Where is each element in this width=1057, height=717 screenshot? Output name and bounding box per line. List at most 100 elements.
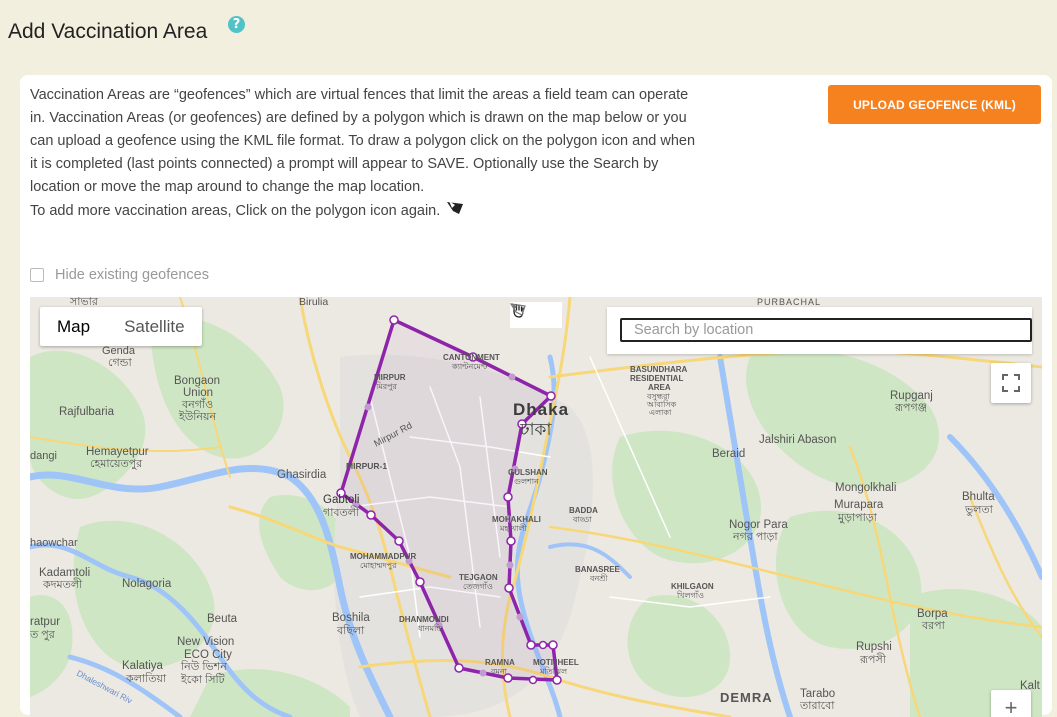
map-label: রমনা — [490, 667, 508, 676]
map-label: RAMNA — [485, 658, 515, 667]
description-hint: To add more vaccination areas, Click on … — [30, 199, 700, 223]
page-title: Add Vaccination Area — [8, 20, 208, 43]
map-label: MOHAMMADPUR — [350, 552, 416, 561]
description-text: Vaccination Areas are “geofences” which … — [30, 87, 696, 195]
map-label: Bongaon — [174, 375, 220, 387]
map-type-satellite-button[interactable]: Satellite — [107, 307, 201, 346]
map-label: রূপগঞ্জ — [894, 402, 927, 414]
map-label: PURBACHAL — [757, 297, 821, 307]
hide-geofences-row[interactable]: Hide existing geofences — [30, 267, 209, 283]
drawing-toolbar — [510, 302, 562, 328]
map-label: ECO City — [184, 649, 232, 661]
polygon-draw-icon[interactable] — [510, 302, 562, 328]
map-label: Boshila — [332, 612, 370, 624]
map-label: AREA — [648, 383, 671, 392]
map-label: KHILGAON — [671, 582, 714, 591]
map-label: মহাখালী — [499, 523, 527, 533]
description: Vaccination Areas are “geofences” which … — [30, 84, 700, 223]
map-label: নগর পাড়া — [732, 531, 778, 543]
map-label: Gabtoli — [323, 494, 359, 506]
map-label: Dhaka — [513, 400, 569, 419]
map[interactable]: সাভার Birulia PURBACHAL Genda গেন্ডা Bon… — [30, 297, 1042, 717]
map-canvas[interactable]: সাভার Birulia PURBACHAL Genda গেন্ডা Bon… — [30, 297, 1042, 717]
map-label: মোহাম্মদপুর — [360, 561, 397, 570]
map-label: BANASREE — [575, 565, 621, 574]
map-label: MOTIJHEEL — [533, 658, 579, 667]
map-label: হেমায়েতপুর — [90, 458, 143, 470]
map-label: Kalatiya — [122, 660, 164, 672]
upload-geofence-button[interactable]: UPLOAD GEOFENCE (KML) — [828, 85, 1041, 124]
map-label: বছিলা — [336, 624, 365, 637]
search-input[interactable] — [620, 318, 1032, 342]
map-label: DEMRA — [720, 690, 773, 705]
map-label: BADDA — [569, 506, 598, 515]
polygon-icon — [446, 199, 464, 223]
map-label: নিউ ভিশন — [180, 660, 227, 673]
map-label: কদমতলী — [42, 578, 83, 591]
map-label: রূপসী — [859, 653, 887, 666]
map-label: Hemayetpur — [86, 446, 149, 458]
map-label: haowchar — [30, 537, 78, 549]
map-label: এলাকা — [649, 408, 672, 417]
map-label: গুলশান — [514, 477, 539, 486]
map-label: মিরপুর — [375, 382, 398, 391]
map-label: ভুলতা — [964, 504, 994, 516]
map-label: Mongolkhali — [835, 482, 896, 494]
map-label: Birulia — [299, 297, 328, 308]
map-label: Murapara — [834, 499, 884, 511]
search-box — [607, 307, 1032, 354]
map-label: ratpur — [30, 616, 60, 628]
map-label: Rajfulbaria — [59, 406, 115, 418]
map-label: বাড্ডা — [572, 515, 592, 524]
map-label: ঢাকা — [519, 420, 552, 439]
map-label: Bhulta — [962, 491, 995, 503]
map-label: Rupganj — [890, 390, 933, 402]
map-label: গেন্ডা — [108, 357, 132, 369]
map-label: বনগাঁও — [181, 397, 213, 411]
map-label: ধানমন্ডি — [418, 624, 443, 633]
map-label: TEJGAON — [459, 573, 498, 582]
map-label: Nolagoria — [122, 578, 172, 590]
map-type-control: Map Satellite — [40, 307, 202, 346]
question-circle-icon[interactable]: ? — [228, 16, 245, 33]
map-label: Ghasirdia — [277, 469, 327, 481]
map-label: Borpa — [917, 608, 948, 620]
map-label: ইকো সিটি — [180, 673, 226, 686]
map-label: dangi — [30, 450, 57, 462]
map-label: Genda — [102, 345, 136, 357]
map-label: মতিঝিল — [539, 667, 568, 676]
map-label: ত পুর — [30, 629, 56, 641]
map-label: খিলগাঁও — [676, 590, 704, 600]
map-label: মুড়াপাড়া — [837, 512, 878, 524]
fullscreen-button[interactable] — [991, 363, 1031, 403]
map-label: Rupshi — [856, 641, 892, 653]
map-label: MIRPUR — [374, 373, 406, 382]
map-label: GULSHAN — [508, 468, 548, 477]
map-label: তারাবো — [799, 700, 835, 712]
map-label: Kadamtoli — [39, 567, 90, 579]
map-label: কলাতিয়া — [125, 672, 167, 685]
map-label: Beraid — [712, 448, 745, 460]
map-label: গাবতলী — [323, 506, 360, 519]
map-type-map-button[interactable]: Map — [40, 307, 107, 346]
map-label: CANTONMENT — [443, 353, 500, 362]
hide-geofences-checkbox[interactable] — [30, 268, 44, 282]
map-label: ইউনিয়ন — [178, 410, 216, 423]
map-label: বরপা — [921, 620, 946, 632]
map-label: তেজগাঁও — [463, 581, 493, 591]
map-label: Beuta — [207, 613, 238, 625]
vaccination-area-card: Vaccination Areas are “geofences” which … — [20, 75, 1052, 717]
map-label: New Vision — [177, 636, 234, 648]
map-label: Tarabo — [800, 688, 835, 700]
map-label: BASUNDHARA — [630, 365, 688, 374]
map-label: MIRPUR-1 — [346, 461, 387, 471]
map-label: MOHAKHALI — [492, 515, 541, 524]
zoom-in-button[interactable]: + — [991, 690, 1031, 717]
map-label: DHANMONDI — [399, 615, 449, 624]
hide-geofences-label: Hide existing geofences — [55, 267, 209, 283]
map-label: Nogor Para — [729, 519, 788, 531]
description-hint-text: To add more vaccination areas, Click on … — [30, 202, 441, 219]
fullscreen-icon — [1002, 374, 1020, 392]
map-label: ক্যান্টনমেন্ট — [451, 362, 488, 371]
map-label: Jalshiri Abason — [759, 434, 836, 446]
